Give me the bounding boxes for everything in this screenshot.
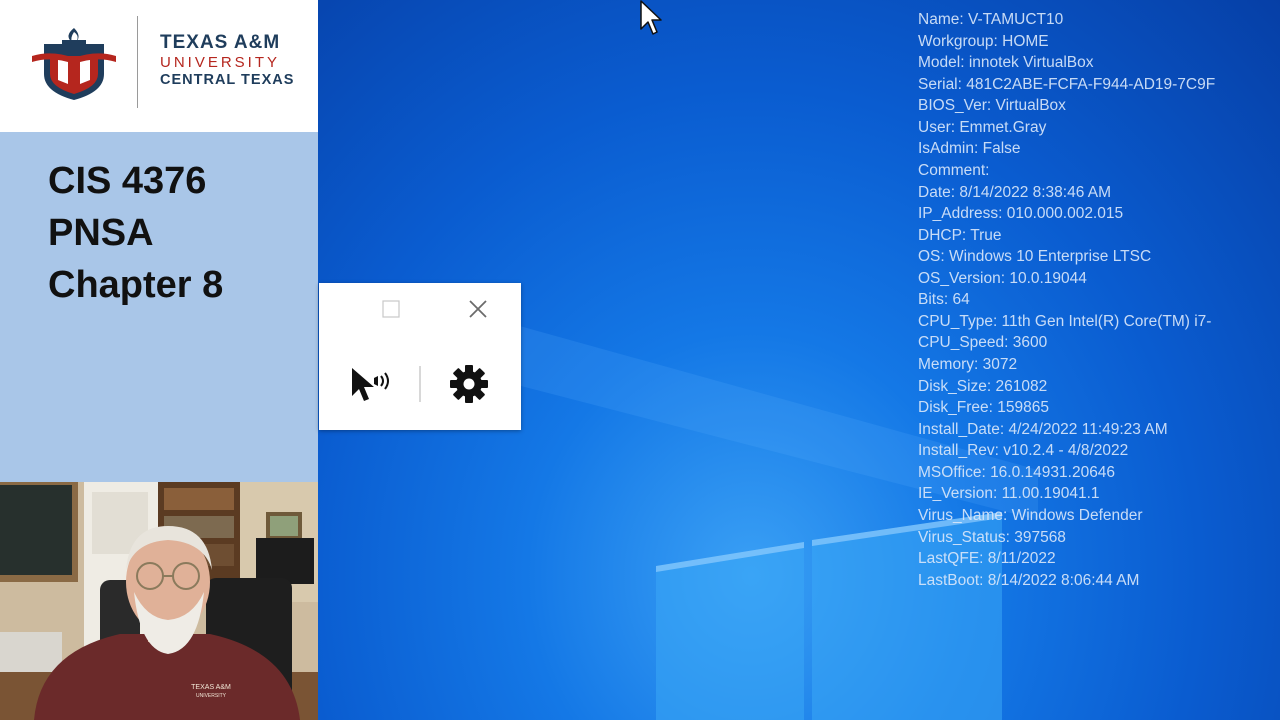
presenter-toolbar-popup bbox=[319, 283, 521, 430]
cursor-sound-icon[interactable] bbox=[348, 364, 394, 404]
info-line-lastqfe: LastQFE: 8/11/2022 bbox=[918, 550, 1056, 568]
chapter-label: Chapter 8 bbox=[48, 264, 224, 306]
course-name: PNSA bbox=[48, 212, 154, 254]
info-line-bios: BIOS_Ver: VirtualBox bbox=[918, 97, 1066, 115]
shirt-logo-text: TEXAS A&M bbox=[191, 684, 231, 691]
info-line-virus-status: Virus_Status: 397568 bbox=[918, 528, 1066, 546]
logo-text-texas-am: TEXAS A&M bbox=[160, 32, 281, 53]
shirt-logo-text-2: UNIVERSITY bbox=[196, 693, 227, 699]
info-line-name: Name: V-TAMUCT10 bbox=[918, 11, 1064, 28]
info-line-disk-size: Disk_Size: 261082 bbox=[918, 377, 1048, 395]
info-line-msoffice: MSOffice: 16.0.14931.20646 bbox=[918, 463, 1116, 481]
info-line-workgroup: Workgroup: HOME bbox=[918, 32, 1049, 50]
info-line-lastboot: LastBoot: 8/14/2022 8:06:44 AM bbox=[918, 571, 1140, 589]
info-line-cpu-speed: CPU_Speed: 3600 bbox=[918, 334, 1048, 352]
gear-icon[interactable] bbox=[448, 363, 490, 405]
logo-divider bbox=[137, 16, 138, 108]
info-line-date: Date: 8/14/2022 8:38:46 AM bbox=[918, 183, 1112, 201]
info-line-os-version: OS_Version: 10.0.19044 bbox=[918, 269, 1087, 287]
info-line-ie-version: IE_Version: 11.00.19041.1 bbox=[918, 485, 1100, 503]
info-line-isadmin: IsAdmin: False bbox=[918, 140, 1021, 158]
course-title: CIS 4376 PNSA Chapter 8 bbox=[48, 155, 223, 311]
toolbar-separator bbox=[419, 366, 421, 402]
presenter-video-image: TEXAS A&M UNIVERSITY bbox=[0, 482, 318, 720]
info-line-bits: Bits: 64 bbox=[918, 291, 970, 309]
info-line-serial: Serial: 481C2ABE-FCFA-F944-AD19-7C9F bbox=[918, 75, 1216, 93]
maximize-icon[interactable] bbox=[381, 299, 401, 319]
mouse-pointer-icon bbox=[640, 0, 662, 35]
info-line-model: Model: innotek VirtualBox bbox=[918, 54, 1094, 72]
info-line-virus-name: Virus_Name: Windows Defender bbox=[918, 506, 1143, 524]
info-line-install-rev: Install_Rev: v10.2.4 - 4/8/2022 bbox=[918, 442, 1129, 460]
info-line-user: User: Emmet.Gray bbox=[918, 118, 1047, 136]
university-logo-band: TEXAS A&M UNIVERSITY CENTRAL TEXAS bbox=[0, 0, 318, 132]
course-code: CIS 4376 bbox=[48, 160, 207, 202]
info-line-os: OS: Windows 10 Enterprise LTSC bbox=[918, 248, 1152, 266]
info-line-comment: Comment: bbox=[918, 161, 990, 179]
info-line-dhcp: DHCP: True bbox=[918, 226, 1002, 244]
university-seal-icon bbox=[32, 28, 116, 100]
webcam-feed: TEXAS A&M UNIVERSITY bbox=[0, 482, 318, 720]
bginfo-system-info: Name: V-TAMUCT10 Workgroup: HOME Model: … bbox=[918, 9, 1280, 591]
logo-text-university: UNIVERSITY bbox=[160, 54, 281, 71]
close-icon[interactable] bbox=[466, 297, 490, 321]
info-line-disk-free: Disk_Free: 159865 bbox=[918, 399, 1049, 417]
info-line-install-date: Install_Date: 4/24/2022 11:49:23 AM bbox=[918, 420, 1168, 438]
logo-text-central-texas: CENTRAL TEXAS bbox=[160, 72, 295, 88]
info-line-memory: Memory: 3072 bbox=[918, 356, 1018, 373]
info-line-cpu-type: CPU_Type: 11th Gen Intel(R) Core(TM) i7- bbox=[918, 312, 1212, 330]
info-line-ip-address: IP_Address: 010.000.002.015 bbox=[918, 205, 1124, 223]
